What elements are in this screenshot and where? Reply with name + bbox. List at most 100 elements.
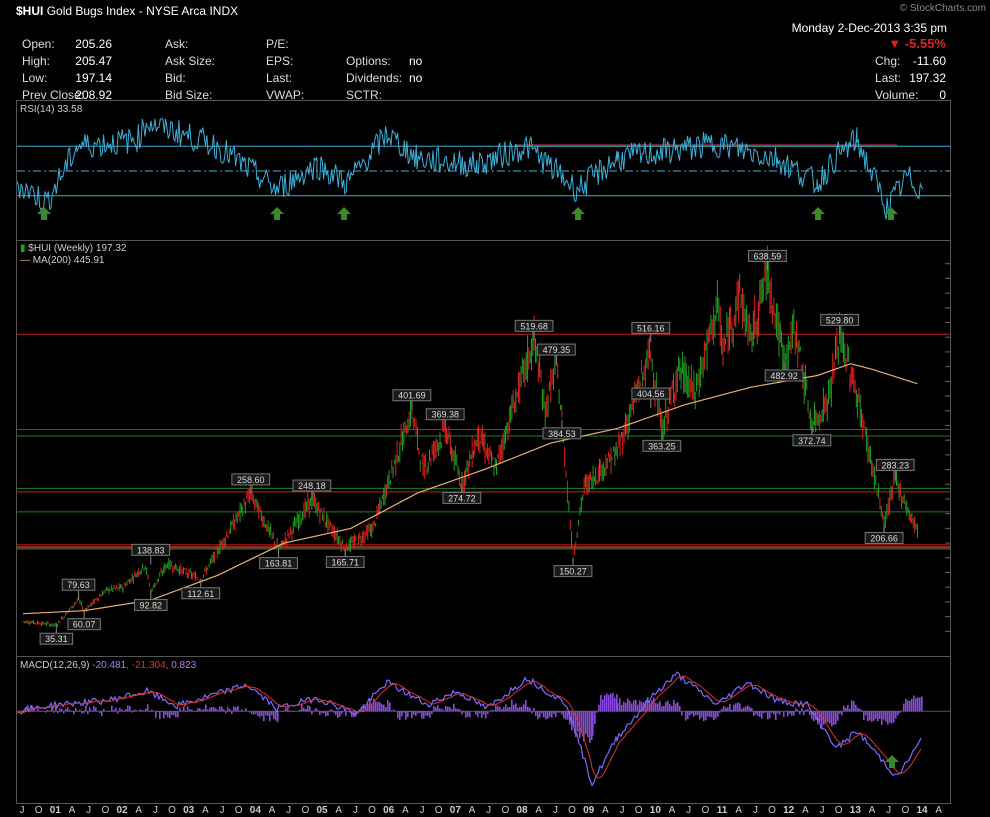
histogram-bar bbox=[673, 699, 675, 712]
histogram-bar bbox=[337, 711, 339, 718]
annotation-label: 150.27 bbox=[559, 567, 587, 577]
x-tick-label: A bbox=[802, 805, 809, 816]
histogram-bar bbox=[261, 711, 263, 716]
histogram-bar bbox=[523, 704, 525, 712]
histogram-bar bbox=[307, 705, 309, 712]
x-tick-label: 12 bbox=[783, 805, 795, 816]
histogram-bar bbox=[485, 711, 487, 719]
histogram-bar bbox=[89, 707, 91, 712]
histogram-bar bbox=[205, 704, 207, 712]
histogram-bar bbox=[375, 701, 377, 712]
histogram-bar bbox=[600, 695, 602, 712]
histogram-bar bbox=[623, 701, 625, 712]
histogram-bar bbox=[865, 711, 867, 716]
symbol-type: INDX bbox=[209, 4, 239, 18]
histogram-bar bbox=[749, 707, 751, 712]
histogram-bar bbox=[767, 711, 769, 720]
histogram-bar bbox=[379, 701, 381, 712]
histogram-bar bbox=[469, 711, 471, 718]
histogram-bar bbox=[761, 711, 763, 719]
histogram-bar bbox=[341, 711, 343, 714]
histogram-bar bbox=[103, 709, 105, 712]
annotation-label: 165.71 bbox=[331, 558, 359, 568]
histogram-bar bbox=[191, 709, 193, 712]
histogram-bar bbox=[87, 711, 89, 715]
histogram-bar bbox=[685, 711, 687, 721]
histogram-bar bbox=[614, 697, 616, 712]
histogram-bar bbox=[787, 711, 789, 717]
histogram-bar bbox=[229, 709, 231, 712]
histogram-bar bbox=[161, 711, 163, 712]
histogram-bar bbox=[525, 700, 527, 712]
x-tick-label: A bbox=[669, 805, 676, 816]
histogram-bar bbox=[747, 705, 749, 712]
histogram-bar bbox=[905, 698, 907, 712]
histogram-bar bbox=[733, 704, 735, 712]
hist-value: , 0.823 bbox=[165, 660, 197, 671]
histogram-bar bbox=[95, 707, 97, 712]
histogram-bar bbox=[223, 709, 225, 712]
x-tick-label: O bbox=[235, 805, 243, 816]
stat-label: Chg: bbox=[875, 54, 901, 68]
x-tick-label: 14 bbox=[916, 805, 928, 816]
histogram-bar bbox=[521, 706, 523, 712]
histogram-bar bbox=[319, 711, 321, 715]
histogram-bar bbox=[69, 709, 71, 712]
histogram-bar bbox=[225, 711, 227, 714]
histogram-bar bbox=[621, 704, 623, 712]
histogram-bar bbox=[53, 711, 55, 713]
histogram-bar bbox=[823, 711, 825, 725]
histogram-bar bbox=[849, 708, 851, 712]
histogram-bar bbox=[725, 707, 727, 712]
histogram-bar bbox=[151, 709, 153, 712]
histogram-bar bbox=[663, 705, 665, 712]
stat-label: Open: bbox=[22, 37, 55, 51]
histogram-bar bbox=[549, 711, 551, 717]
histogram-bar bbox=[853, 701, 855, 712]
x-tick-label: J bbox=[220, 805, 225, 816]
histogram-bar bbox=[71, 711, 73, 712]
stat-label: Bid: bbox=[165, 71, 186, 85]
histogram-bar bbox=[677, 702, 679, 712]
x-tick-label: A bbox=[869, 805, 876, 816]
histogram-bar bbox=[887, 711, 889, 725]
histogram-bar bbox=[19, 710, 21, 712]
histogram-bar bbox=[843, 705, 845, 712]
histogram-bar bbox=[771, 711, 773, 713]
x-tick-label: 02 bbox=[116, 805, 128, 816]
histogram-bar bbox=[329, 710, 331, 712]
macd-line bbox=[17, 671, 922, 787]
histogram-bar bbox=[837, 711, 839, 721]
x-tick-label: A bbox=[602, 805, 609, 816]
histogram-bar bbox=[835, 711, 837, 725]
stat-label: High: bbox=[22, 54, 51, 68]
histogram-bar bbox=[255, 711, 257, 714]
histogram-bar bbox=[493, 710, 495, 712]
histogram-bar bbox=[181, 710, 183, 712]
histogram-bar bbox=[131, 711, 133, 713]
histogram-bar bbox=[107, 711, 109, 712]
histogram-bar bbox=[721, 708, 723, 712]
histogram-bar bbox=[439, 708, 441, 712]
histogram-bar bbox=[209, 707, 211, 712]
histogram-bar bbox=[299, 709, 301, 712]
histogram-bar bbox=[841, 711, 843, 716]
rsi-line bbox=[17, 118, 924, 220]
macd-histogram bbox=[19, 692, 923, 743]
x-tick-label: O bbox=[35, 805, 43, 816]
x-tick-label: O bbox=[568, 805, 576, 816]
histogram-bar bbox=[293, 711, 295, 712]
histogram-bar bbox=[529, 707, 531, 712]
histogram-bar bbox=[801, 708, 803, 712]
histogram-bar bbox=[606, 693, 608, 712]
histogram-bar bbox=[407, 711, 409, 718]
histogram-bar bbox=[167, 711, 169, 718]
x-tick-label: J bbox=[86, 805, 91, 816]
stat-label: Last: bbox=[875, 71, 902, 85]
histogram-bar bbox=[195, 711, 197, 712]
histogram-bar bbox=[309, 706, 311, 712]
histogram-bar bbox=[585, 711, 587, 735]
histogram-bar bbox=[499, 706, 501, 712]
histogram-bar bbox=[697, 711, 699, 716]
stat-value: -11.60 bbox=[912, 54, 946, 68]
